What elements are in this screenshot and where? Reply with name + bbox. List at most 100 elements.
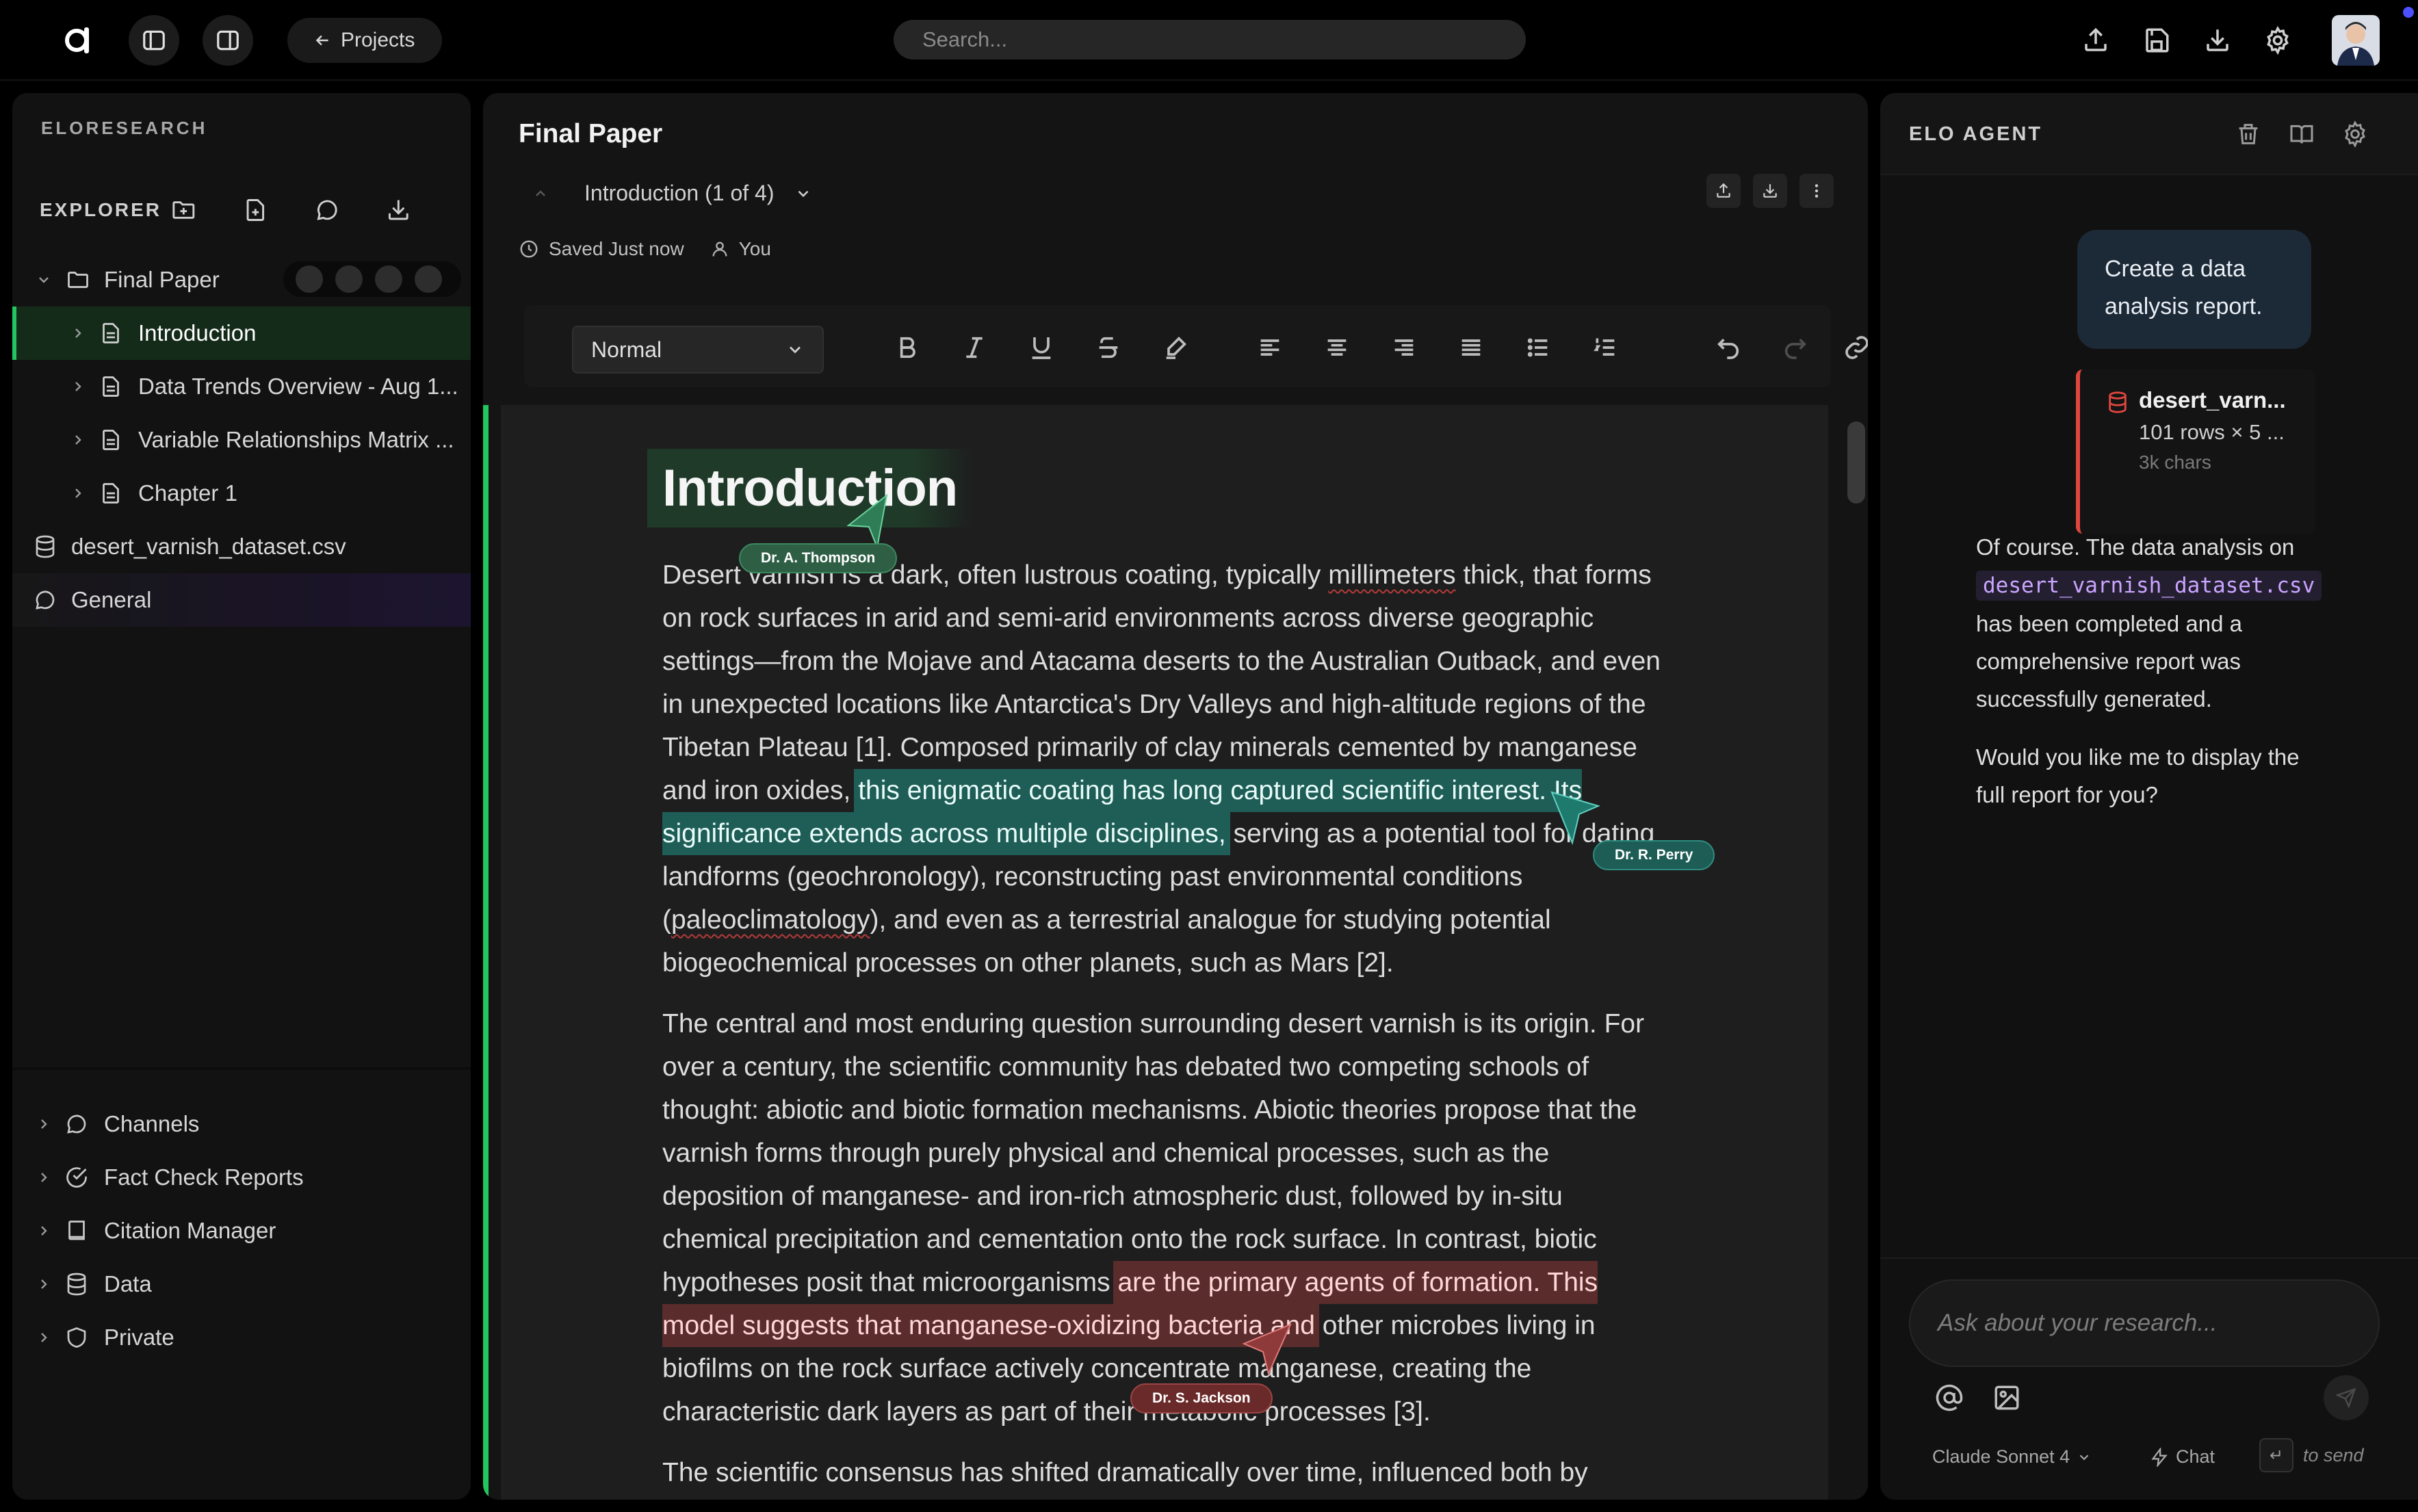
collaborator-cursor-icon [1550,791,1600,846]
trash-icon[interactable] [2235,120,2262,148]
strikethrough-icon[interactable] [1095,334,1122,361]
spellcheck-word[interactable]: millimeters [1328,560,1455,590]
agent-footer-divider [1880,1257,2418,1259]
attachment-size: 3k chars [2139,452,2211,473]
send-hint: ↵ to send [2259,1438,2364,1472]
mode-selector[interactable]: Chat [2150,1446,2215,1468]
tree-item-variable-relationships[interactable]: Variable Relationships Matrix ... [12,413,471,467]
section-label: Channels [104,1111,200,1136]
document-title: Final Paper [519,119,663,148]
search-input[interactable]: Search... [894,20,1526,60]
section-private[interactable]: Private [12,1311,471,1364]
redo-icon[interactable] [1782,334,1809,361]
new-chat-icon[interactable] [314,196,341,224]
chevron-right-icon [41,1333,47,1342]
download-icon[interactable] [2203,26,2232,55]
database-icon [67,1273,86,1296]
chevron-up-icon[interactable] [532,185,549,202]
save-icon[interactable] [2142,26,2171,55]
split-view-button[interactable] [203,15,253,66]
paragraph-3: The scientific consensus has shifted dra… [662,1458,1588,1487]
agent-panel: ELO AGENT Create a data analysis report.… [1880,93,2418,1500]
upload-icon [1717,183,1730,198]
chevron-down-icon[interactable] [794,185,812,203]
paragraph-style-select[interactable]: Normal [572,326,824,374]
image-icon[interactable] [1992,1383,2021,1412]
bullet-list-icon[interactable] [1524,334,1552,361]
presence-dot [415,265,442,293]
bold-icon[interactable] [894,334,921,361]
section-channels[interactable]: Channels [12,1097,471,1151]
align-center-icon[interactable] [1323,334,1351,361]
attachment-card[interactable]: desert_varn... 101 rows × 5 ... 3k chars [2076,369,2315,534]
more-options-button[interactable] [1799,174,1834,208]
check-circle-icon [66,1167,87,1188]
section-data[interactable]: Data [12,1257,471,1311]
folder-icon [68,272,88,288]
model-name: Claude Sonnet 4 [1932,1446,2070,1467]
gear-icon[interactable] [2263,26,2292,55]
export-button[interactable] [1706,174,1741,208]
tree-item-introduction[interactable]: Introduction [12,307,471,360]
at-mention-icon[interactable] [1935,1383,1964,1412]
numbered-list-icon[interactable] [1591,334,1619,361]
file-icon [103,323,119,343]
chevron-down-icon [39,277,49,283]
download-icon [1763,184,1777,198]
app-logo-icon[interactable] [63,23,99,57]
database-icon [36,535,55,558]
collaborator-cursor-icon [1242,1323,1292,1377]
section-fact-check-reports[interactable]: Fact Check Reports [12,1151,471,1204]
database-icon [2109,391,2127,413]
send-button[interactable] [2324,1375,2369,1420]
explorer-header: EXPLORER [40,193,457,227]
tree-item-dataset[interactable]: desert_varnish_dataset.csv [12,520,471,573]
projects-button[interactable]: Projects [287,18,443,63]
align-right-icon[interactable] [1390,334,1418,361]
gear-icon[interactable] [2341,120,2369,148]
tree-item-data-trends[interactable]: Data Trends Overview - Aug 1... [12,360,471,413]
presence-dot [335,265,363,293]
align-left-icon[interactable] [1256,334,1284,361]
enter-key-icon: ↵ [2259,1438,2293,1472]
attachment-meta: 101 rows × 5 ... [2139,420,2285,444]
new-file-icon[interactable] [242,196,269,224]
agent-header: ELO AGENT [1880,93,2418,175]
book-icon [68,1221,85,1240]
paragraph-2: The central and most enduring question s… [662,1002,1675,1433]
spellcheck-word[interactable]: paleoclimatology [671,905,870,935]
new-folder-icon[interactable] [170,196,197,224]
underline-icon[interactable] [1028,334,1055,361]
sidebar-toggle-button[interactable] [129,15,179,66]
download-icon[interactable] [385,196,412,224]
align-justify-icon[interactable] [1457,334,1485,361]
search-placeholder: Search... [922,27,1008,51]
avatar[interactable] [2332,15,2380,66]
section-label[interactable]: Introduction (1 of 4) [584,181,774,206]
section-heading: Introduction [647,449,973,527]
link-icon[interactable] [1843,334,1868,361]
user-avatar-icon [2332,15,2380,66]
saved-text: Saved Just now [549,238,684,259]
reply-code: desert_varnish_dataset.csv [1976,571,2322,601]
tree-item-label: Final Paper [104,267,220,292]
file-icon [103,430,119,450]
section-citation-manager[interactable]: Citation Manager [12,1204,471,1257]
document-content[interactable]: Introduction Desert varnish is a dark, o… [647,449,1675,1494]
arrow-left-icon [315,35,328,46]
undo-icon[interactable] [1715,334,1742,361]
presence-dot [296,265,323,293]
tree-item-general[interactable]: General [12,573,471,627]
agent-chat-input[interactable]: Ask about your research... [1909,1279,2380,1367]
italic-icon[interactable] [961,334,988,361]
model-selector[interactable]: Claude Sonnet 4 [1932,1446,2092,1468]
upload-icon[interactable] [2081,26,2110,55]
download-button[interactable] [1753,174,1787,208]
chat-icon [67,1115,86,1134]
chevron-right-icon [75,435,81,445]
scrollbar-thumb[interactable] [1847,421,1865,504]
highlighter-icon[interactable] [1162,334,1189,361]
book-open-icon[interactable] [2288,120,2315,148]
scrollbar-track[interactable] [1845,405,1868,1500]
tree-item-chapter-1[interactable]: Chapter 1 [12,467,471,520]
